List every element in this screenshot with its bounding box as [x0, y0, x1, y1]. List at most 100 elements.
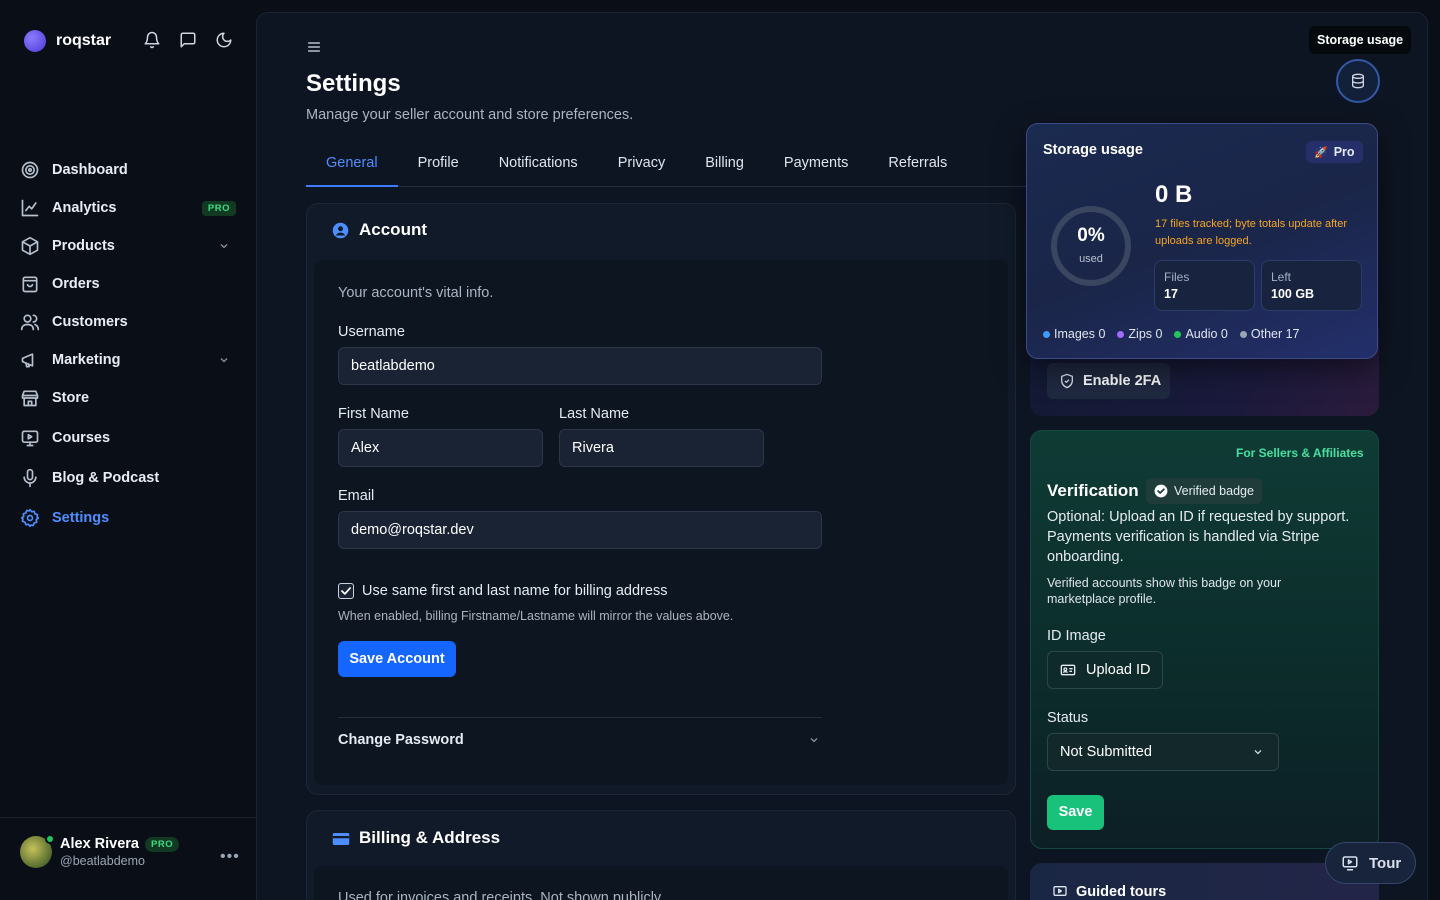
- user-name: Alex Rivera: [60, 836, 139, 852]
- legend-item-audio: Audio 0: [1174, 327, 1228, 341]
- page-subtitle: Manage your seller account and store pre…: [306, 107, 634, 123]
- verification-subtext: Verified accounts show this badge on you…: [1047, 576, 1282, 606]
- monitor-play-icon: [20, 428, 40, 448]
- left-stat-label: Left: [1271, 270, 1292, 284]
- sidebar-item-label: Store: [52, 390, 90, 406]
- legend-item-other: Other 17: [1239, 327, 1300, 341]
- more-options-icon[interactable]: •••: [220, 848, 240, 866]
- username-input[interactable]: beatlabdemo: [338, 347, 822, 385]
- guided-tours-title: Guided tours: [1076, 884, 1167, 900]
- sidebar-item-label: Blog & Podcast: [52, 470, 160, 486]
- chevron-down-icon[interactable]: [808, 734, 820, 746]
- brand[interactable]: roqstar: [24, 30, 111, 52]
- sidebar-item-analytics[interactable]: Analytics PRO: [20, 189, 236, 227]
- chevron-down-icon[interactable]: [218, 240, 230, 252]
- sidebar-item-blog-podcast[interactable]: Blog & Podcast: [20, 459, 236, 497]
- shopping-bag-icon: [20, 274, 40, 294]
- left-stat: Left 100 GB: [1261, 260, 1362, 311]
- change-password-toggle[interactable]: Change Password: [338, 732, 464, 748]
- account-card-header: Account: [332, 220, 427, 240]
- account-title: Account: [359, 220, 427, 239]
- chevron-down-icon[interactable]: [218, 354, 230, 366]
- id-image-label: ID Image: [1047, 628, 1106, 644]
- storage-popover-title: Storage usage: [1043, 142, 1143, 158]
- billing-hint: When enabled, billing Firstname/Lastname…: [338, 609, 734, 623]
- tab-general[interactable]: General: [306, 140, 398, 187]
- sidebar-item-label: Customers: [52, 314, 128, 330]
- storage-usage-button[interactable]: [1336, 59, 1380, 103]
- left-stat-value: 100 GB: [1271, 287, 1315, 301]
- save-verification-button[interactable]: Save: [1047, 795, 1104, 830]
- legend-label: Audio 0: [1185, 327, 1228, 341]
- brand-name: roqstar: [56, 32, 112, 49]
- sidebar-item-orders[interactable]: Orders: [20, 265, 236, 303]
- online-status-dot: [45, 834, 55, 844]
- menu-icon[interactable]: [306, 39, 322, 55]
- user-handle: @beatlabdemo: [60, 854, 145, 868]
- legend-label: Zips 0: [1128, 327, 1163, 341]
- storage-used-label: used: [1079, 253, 1103, 265]
- sidebar-item-dashboard[interactable]: Dashboard: [20, 151, 236, 189]
- tab-billing[interactable]: Billing: [685, 140, 764, 186]
- target-icon: [20, 160, 40, 180]
- billing-same-label[interactable]: Use same first and last name for billing…: [362, 583, 667, 599]
- sidebar-item-settings[interactable]: Settings: [20, 499, 236, 537]
- avatar: [20, 834, 55, 868]
- tab-privacy[interactable]: Privacy: [598, 140, 686, 186]
- user-profile[interactable]: Alex Rivera PRO @beatlabdemo: [20, 834, 180, 868]
- enable-2fa-button[interactable]: Enable 2FA: [1047, 363, 1170, 399]
- billing-title: Billing & Address: [359, 828, 501, 847]
- tab-referrals[interactable]: Referrals: [868, 140, 967, 186]
- check-circle-icon: [1154, 484, 1168, 498]
- microphone-icon: [20, 468, 40, 488]
- storage-size: 0 B: [1155, 181, 1193, 208]
- guided-tours-header: Guided tours: [1052, 884, 1166, 900]
- storage-tooltip: Storage usage: [1309, 26, 1412, 54]
- status-label: Status: [1047, 710, 1089, 726]
- status-select[interactable]: Not Submitted: [1047, 733, 1279, 771]
- sidebar-item-customers[interactable]: Customers: [20, 303, 236, 341]
- tab-notifications[interactable]: Notifications: [479, 140, 598, 186]
- legend-dot: [1174, 330, 1182, 338]
- upload-id-button[interactable]: Upload ID: [1047, 651, 1163, 689]
- sidebar-item-courses[interactable]: Courses: [20, 419, 236, 457]
- sidebar-item-marketing[interactable]: Marketing: [20, 341, 236, 379]
- section-divider: [338, 717, 822, 718]
- shield-icon: [1059, 373, 1075, 389]
- legend-label: Other 17: [1250, 327, 1300, 341]
- verification-text: Optional: Upload an ID if requested by s…: [1047, 509, 1350, 565]
- chat-icon[interactable]: [179, 31, 197, 49]
- sidebar-item-store[interactable]: Store: [20, 379, 236, 417]
- tab-profile[interactable]: Profile: [398, 140, 479, 186]
- legend-label: Images 0: [1054, 327, 1106, 341]
- billing-same-checkbox[interactable]: [338, 583, 354, 599]
- sidebar-item-label: Marketing: [52, 352, 121, 368]
- email-input[interactable]: demo@roqstar.dev: [338, 511, 822, 549]
- status-select-value: Not Submitted: [1060, 744, 1152, 760]
- moon-icon[interactable]: [215, 31, 233, 49]
- enable-2fa-label: Enable 2FA: [1083, 373, 1162, 389]
- storage-warning: 17 files tracked; byte totals update aft…: [1155, 218, 1348, 247]
- account-description: Your account's vital info.: [338, 285, 494, 301]
- billing-form: Used for invoices and receipts. Not show…: [314, 866, 1008, 900]
- legend-item-images: Images 0: [1043, 327, 1105, 341]
- legend-dot: [1239, 330, 1247, 338]
- monitor-play-icon: [1341, 854, 1359, 872]
- bell-icon[interactable]: [143, 31, 161, 49]
- credit-card-icon: [332, 830, 350, 847]
- save-account-button[interactable]: Save Account: [338, 641, 456, 677]
- legend-dot: [1117, 330, 1125, 338]
- tab-payments[interactable]: Payments: [764, 140, 868, 186]
- users-icon: [20, 312, 40, 332]
- legend-dot: [1043, 330, 1050, 338]
- sidebar: roqstar Dashboard Analytics PRO Products: [0, 0, 256, 900]
- last-name-input[interactable]: Rivera: [559, 429, 764, 467]
- upload-id-label: Upload ID: [1086, 662, 1151, 678]
- line-chart-icon: [20, 198, 40, 218]
- files-stat: Files 17: [1154, 260, 1255, 311]
- verification-title: Verification: [1047, 481, 1139, 500]
- sidebar-item-label: Dashboard: [52, 162, 128, 178]
- tour-button[interactable]: Tour: [1325, 842, 1416, 884]
- first-name-input[interactable]: Alex: [338, 429, 543, 467]
- sidebar-item-products[interactable]: Products: [20, 227, 236, 265]
